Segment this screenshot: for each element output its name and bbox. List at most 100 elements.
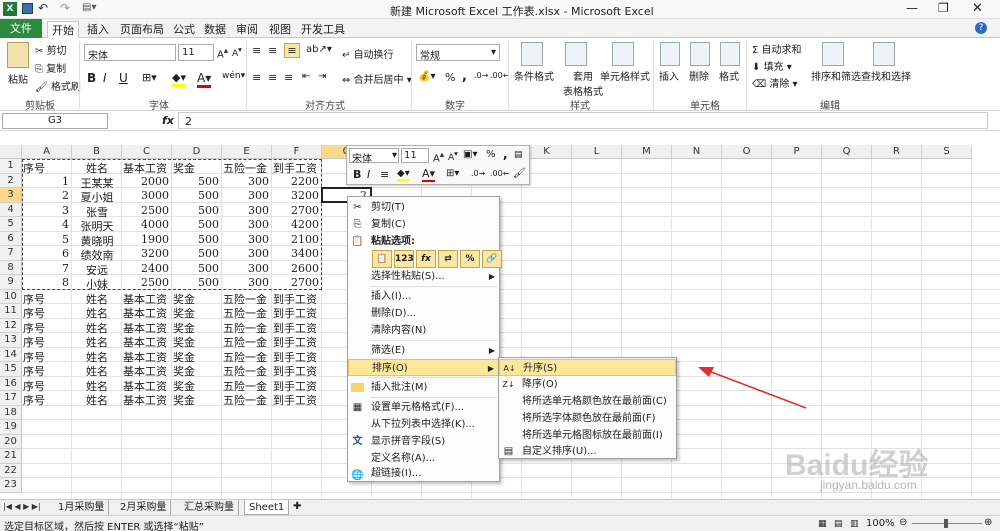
menu-paste-special[interactable]: 选择性粘贴(S)... ▶ bbox=[348, 268, 499, 285]
menu-copy[interactable]: ⎘ 复制(C) bbox=[348, 216, 499, 233]
name-box[interactable]: G3 bbox=[2, 113, 108, 129]
menu-clear[interactable]: 清除内容(N) bbox=[348, 322, 499, 339]
table-cell[interactable]: 2200 bbox=[272, 175, 319, 188]
select-all-corner[interactable] bbox=[0, 145, 22, 159]
format-painter-button[interactable]: 🖌 格式刷 bbox=[35, 78, 81, 93]
decimal-decrease-icon[interactable]: .00← bbox=[490, 71, 509, 80]
row-header[interactable]: 17 bbox=[0, 391, 22, 406]
table-cell[interactable]: 3200 bbox=[272, 189, 319, 202]
number-format-select[interactable]: 常规 ▾ bbox=[416, 44, 500, 62]
column-header[interactable]: C bbox=[122, 145, 172, 159]
paste-link-icon[interactable]: 🔗 bbox=[482, 250, 502, 268]
table-cell[interactable]: 2500 bbox=[122, 276, 169, 289]
row-header[interactable]: 4 bbox=[0, 202, 22, 217]
row-header[interactable]: 8 bbox=[0, 260, 22, 275]
orientation-icon[interactable]: ab↗▾ bbox=[306, 44, 332, 55]
mini-center-icon[interactable]: ≡ bbox=[380, 168, 389, 181]
column-header[interactable]: O bbox=[722, 145, 772, 159]
fill-button[interactable]: ⬇ 填充 ▾ bbox=[752, 58, 792, 73]
mini-font-color-icon[interactable]: A▾ bbox=[422, 167, 436, 182]
excel-logo-icon[interactable]: X bbox=[3, 2, 17, 16]
autosum-button[interactable]: Σ 自动求和 bbox=[752, 41, 802, 56]
row-header[interactable]: 10 bbox=[0, 289, 22, 304]
table-cell[interactable]: 奖金 bbox=[173, 392, 195, 408]
tab-formulas[interactable]: 公式 bbox=[170, 21, 198, 38]
menu-pick-from-list[interactable]: 从下拉列表中选择(K)... bbox=[348, 416, 499, 433]
table-cell[interactable]: 2500 bbox=[122, 204, 169, 217]
comma-button[interactable]: , bbox=[462, 69, 467, 84]
table-cell[interactable]: 300 bbox=[222, 233, 269, 246]
menu-delete[interactable]: 删除(D)... bbox=[348, 305, 499, 322]
font-size-select[interactable]: 11 bbox=[178, 44, 214, 61]
table-cell[interactable]: 300 bbox=[222, 204, 269, 217]
table-cell[interactable]: 3 bbox=[22, 204, 69, 217]
tab-developer[interactable]: 开发工具 bbox=[298, 21, 348, 38]
table-cell[interactable]: 2000 bbox=[122, 175, 169, 188]
submenu-font-color-top[interactable]: 将所选字体颜色放在最前面(F) bbox=[499, 410, 676, 427]
decimal-increase-icon[interactable]: .0→ bbox=[474, 71, 488, 80]
tab-page-layout[interactable]: 页面布局 bbox=[117, 21, 167, 38]
wrap-text-button[interactable]: ↵ 自动换行 bbox=[342, 46, 394, 61]
view-layout-icon[interactable]: ▤ bbox=[834, 519, 843, 529]
formula-input[interactable]: 2 bbox=[178, 112, 988, 129]
sheet-tab-4[interactable]: Sheet1 bbox=[244, 500, 290, 515]
column-header[interactable]: E bbox=[222, 145, 272, 159]
table-cell[interactable]: 500 bbox=[172, 233, 219, 246]
table-cell[interactable]: 500 bbox=[172, 218, 219, 231]
column-header[interactable]: Q bbox=[822, 145, 872, 159]
zoom-level[interactable]: 100% bbox=[866, 518, 895, 529]
grow-font-icon[interactable]: A▴ bbox=[217, 45, 228, 60]
row-header[interactable]: 21 bbox=[0, 449, 22, 464]
table-cell[interactable]: 500 bbox=[172, 204, 219, 217]
submenu-custom-sort[interactable]: ▤ 自定义排序(U)... bbox=[499, 443, 676, 460]
paste-values-icon[interactable]: 123 bbox=[394, 250, 414, 268]
row-header[interactable]: 9 bbox=[0, 275, 22, 290]
column-header[interactable]: D bbox=[172, 145, 222, 159]
indent-increase-icon[interactable]: ⇥ bbox=[318, 71, 326, 82]
row-header[interactable]: 5 bbox=[0, 217, 22, 232]
menu-hyperlink[interactable]: 🌐 超链接(I)... bbox=[348, 467, 499, 481]
row-header[interactable]: 1 bbox=[0, 159, 22, 174]
row-header[interactable]: 22 bbox=[0, 463, 22, 478]
table-cell[interactable]: 2400 bbox=[122, 262, 169, 275]
merge-center-button[interactable]: ⇔ 合并后居中 ▾ bbox=[342, 71, 412, 86]
table-cell[interactable]: 2100 bbox=[272, 233, 319, 246]
align-right-icon[interactable]: ≡ bbox=[284, 71, 293, 84]
phonetic-icon[interactable]: wén▾ bbox=[222, 71, 245, 81]
table-cell[interactable]: 2 bbox=[22, 189, 69, 202]
row-header[interactable]: 7 bbox=[0, 246, 22, 261]
submenu-sort-descending[interactable]: Z↓ 降序(O) bbox=[499, 376, 676, 393]
submenu-sort-ascending[interactable]: A↓ 升序(S) bbox=[499, 359, 676, 376]
table-cell[interactable]: 1 bbox=[22, 175, 69, 188]
table-cell[interactable]: 3200 bbox=[122, 247, 169, 260]
sort-filter-button[interactable]: 排序和筛选 bbox=[811, 68, 861, 83]
cell-styles-icon[interactable] bbox=[612, 42, 634, 66]
tab-file[interactable]: 文件 bbox=[0, 19, 42, 38]
bold-button[interactable]: B bbox=[87, 71, 96, 85]
paste-transpose-icon[interactable]: ⇄ bbox=[438, 250, 458, 268]
table-cell[interactable]: 300 bbox=[222, 189, 269, 202]
new-sheet-icon[interactable]: ✚ bbox=[293, 501, 301, 512]
row-header[interactable]: 15 bbox=[0, 362, 22, 377]
align-middle-icon[interactable]: ≡ bbox=[268, 44, 277, 57]
copy-button[interactable]: ⎘ 复制 bbox=[35, 60, 66, 75]
table-cell[interactable]: 500 bbox=[172, 276, 219, 289]
table-cell[interactable]: 5 bbox=[22, 233, 69, 246]
row-header[interactable]: 23 bbox=[0, 478, 22, 493]
mini-grow-font-icon[interactable]: A▴ bbox=[433, 149, 444, 164]
table-cell[interactable]: 4000 bbox=[122, 218, 169, 231]
menu-phonetic[interactable]: 文显示拼音字段(S) bbox=[348, 433, 499, 450]
table-cell[interactable]: 到手工资 bbox=[273, 392, 317, 408]
paste-formulas-icon[interactable]: fx bbox=[416, 250, 436, 268]
paste-icon[interactable] bbox=[7, 42, 29, 68]
table-cell[interactable]: 7 bbox=[22, 262, 69, 275]
row-header[interactable]: 16 bbox=[0, 376, 22, 391]
column-header[interactable]: A bbox=[22, 145, 72, 159]
table-cell[interactable]: 8 bbox=[22, 276, 69, 289]
delete-cells-button[interactable]: 删除 bbox=[689, 68, 709, 83]
menu-cut[interactable]: ✂ 剪切(T) bbox=[348, 199, 499, 216]
column-header[interactable]: B bbox=[72, 145, 122, 159]
column-header[interactable]: F bbox=[272, 145, 322, 159]
menu-insert-comment[interactable]: 插入批注(M) bbox=[348, 379, 499, 396]
submenu-cell-color-top[interactable]: 将所选单元格颜色放在最前面(C) bbox=[499, 393, 676, 410]
